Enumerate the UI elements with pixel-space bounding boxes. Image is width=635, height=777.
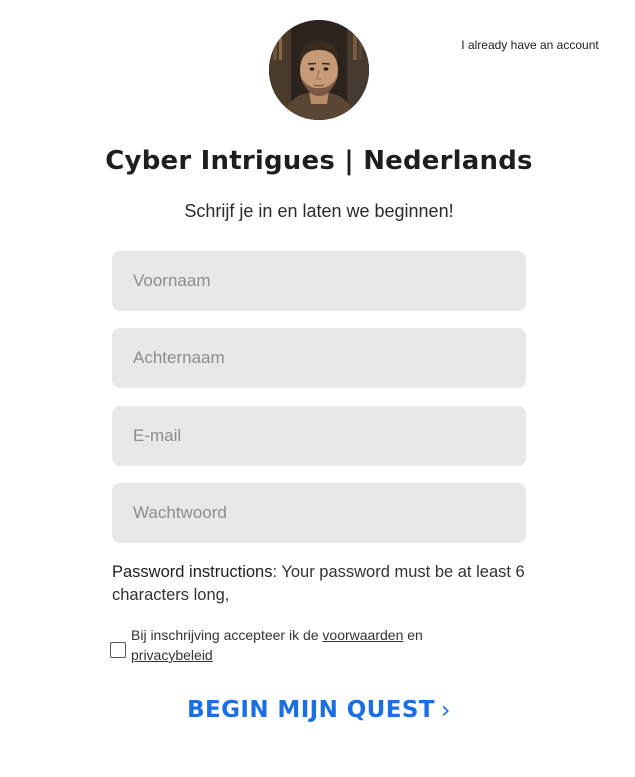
terms-text: Bij inschrijving accepteer ik de voorwaa… — [131, 625, 471, 665]
first-name-input[interactable] — [112, 251, 526, 311]
privacy-link[interactable]: privacybeleid — [131, 647, 213, 663]
begin-quest-button[interactable]: BEGIN MIJN QUEST › — [180, 690, 458, 730]
password-instructions: Password instructions: Your password mus… — [112, 561, 532, 607]
chevron-right-icon: › — [440, 696, 451, 724]
begin-quest-label: BEGIN MIJN QUEST — [187, 697, 435, 723]
page-title: Cyber Intrigues | Nederlands — [105, 146, 533, 176]
terms-text-middle: en — [403, 627, 423, 643]
avatar — [269, 20, 369, 120]
terms-checkbox[interactable] — [110, 642, 126, 658]
terms-link[interactable]: voorwaarden — [322, 627, 403, 643]
page-subtitle: Schrijf je in en laten we beginnen! — [184, 201, 454, 221]
terms-text-before: Bij inschrijving accepteer ik de — [131, 627, 323, 643]
password-instructions-label: Password instructions — [112, 563, 273, 581]
password-input[interactable] — [112, 483, 526, 543]
login-link[interactable]: I already have an account — [445, 38, 615, 52]
last-name-input[interactable] — [112, 328, 526, 388]
email-input[interactable] — [112, 406, 526, 466]
avatar-portrait — [269, 20, 369, 120]
